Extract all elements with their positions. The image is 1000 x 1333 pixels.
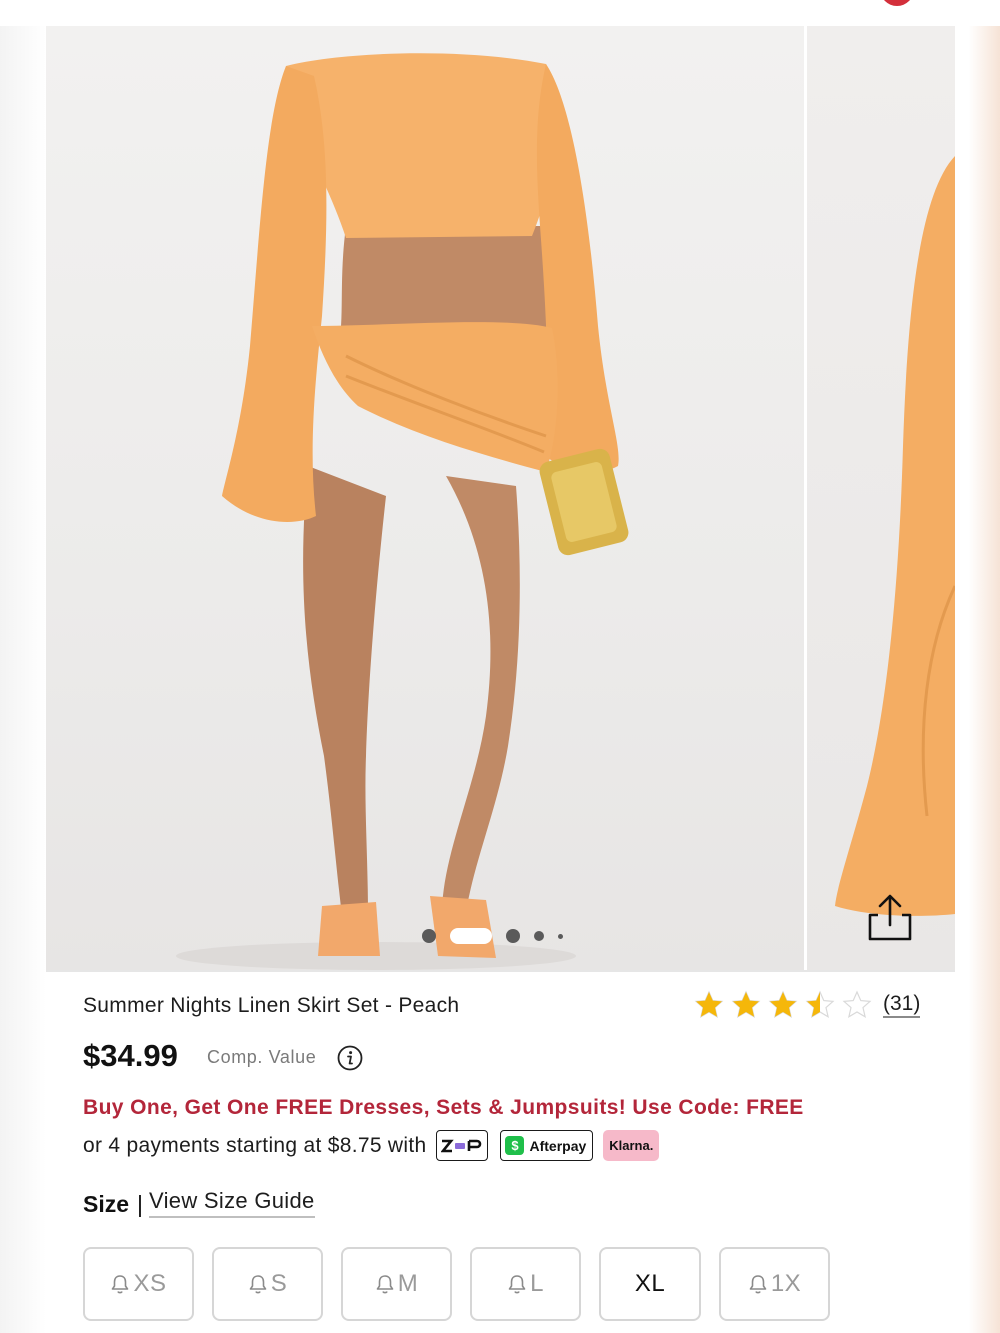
klarna-badge[interactable]: Klarna. bbox=[603, 1130, 660, 1161]
size-option-m[interactable]: M bbox=[341, 1247, 452, 1321]
product-photo bbox=[176, 53, 629, 970]
bell-icon bbox=[112, 1275, 129, 1294]
size-header: Size | View Size Guide bbox=[83, 1188, 315, 1218]
left-edge-shade bbox=[0, 0, 46, 1333]
bell-icon bbox=[749, 1275, 767, 1294]
next-product-photo bbox=[835, 156, 955, 916]
share-icon bbox=[868, 894, 912, 941]
product-image-carousel[interactable] bbox=[46, 26, 955, 970]
star-full-icon bbox=[694, 990, 724, 1019]
star-half-icon bbox=[805, 990, 835, 1019]
star-empty-icon bbox=[842, 990, 872, 1019]
size-option-label: S bbox=[270, 1270, 288, 1297]
size-separator: | bbox=[137, 1191, 144, 1217]
size-option-s[interactable]: S bbox=[212, 1247, 323, 1321]
afterpay-badge[interactable]: $ Afterpay bbox=[500, 1130, 594, 1161]
size-option-1x[interactable]: 1X bbox=[719, 1247, 830, 1321]
right-edge-shade bbox=[955, 0, 1000, 1333]
product-image-main[interactable] bbox=[46, 26, 804, 970]
installments-text: or 4 payments starting at $8.75 with bbox=[83, 1133, 427, 1157]
size-option-label: L bbox=[530, 1270, 544, 1297]
size-option-l[interactable]: L bbox=[470, 1247, 581, 1321]
bell-icon bbox=[249, 1275, 267, 1294]
review-count-link[interactable]: (31) bbox=[883, 992, 921, 1018]
carousel-dot[interactable] bbox=[422, 929, 436, 943]
product-image-next[interactable] bbox=[807, 26, 955, 970]
product-price: $34.99 bbox=[83, 1038, 178, 1073]
star-full-icon bbox=[768, 990, 798, 1019]
size-option-label: XL bbox=[634, 1270, 666, 1297]
size-option-xs[interactable]: XS bbox=[83, 1247, 194, 1321]
promo-banner[interactable]: Buy One, Get One FREE Dresses, Sets & Ju… bbox=[83, 1096, 804, 1120]
carousel-dots bbox=[422, 926, 577, 946]
share-button[interactable] bbox=[864, 892, 916, 944]
size-option-label: M bbox=[397, 1270, 419, 1297]
size-option-label: XS bbox=[133, 1270, 167, 1297]
rating-stars bbox=[694, 990, 879, 1020]
carousel-dot[interactable] bbox=[534, 931, 544, 941]
size-option-xl[interactable]: XL bbox=[599, 1247, 701, 1321]
size-options: XS S M L XL 1X bbox=[83, 1247, 848, 1321]
carousel-dot-active[interactable] bbox=[450, 928, 492, 944]
top-strip bbox=[0, 0, 1000, 26]
bell-icon bbox=[376, 1275, 394, 1294]
zip-logo bbox=[441, 1139, 482, 1152]
payment-options: or 4 payments starting at $8.75 with $ A… bbox=[83, 1130, 660, 1161]
carousel-bottom-rule bbox=[46, 970, 955, 972]
carousel-dot[interactable] bbox=[558, 933, 563, 939]
star-full-icon bbox=[731, 990, 761, 1019]
afterpay-label: Afterpay bbox=[529, 1137, 587, 1154]
size-guide-link[interactable]: View Size Guide bbox=[149, 1188, 315, 1218]
dollar-icon: $ bbox=[505, 1136, 525, 1155]
product-title: Summer Nights Linen Skirt Set - Peach bbox=[83, 994, 460, 1017]
comp-value-label: Comp. Value bbox=[207, 1047, 317, 1067]
zip-badge[interactable] bbox=[436, 1130, 489, 1161]
size-label: Size bbox=[83, 1191, 130, 1217]
bell-icon bbox=[508, 1275, 526, 1294]
size-option-label: 1X bbox=[770, 1270, 802, 1297]
carousel-dot[interactable] bbox=[506, 929, 520, 943]
product-rating[interactable]: (31) bbox=[694, 990, 921, 1020]
cart-badge[interactable] bbox=[880, 0, 914, 6]
info-icon[interactable] bbox=[337, 1045, 363, 1071]
